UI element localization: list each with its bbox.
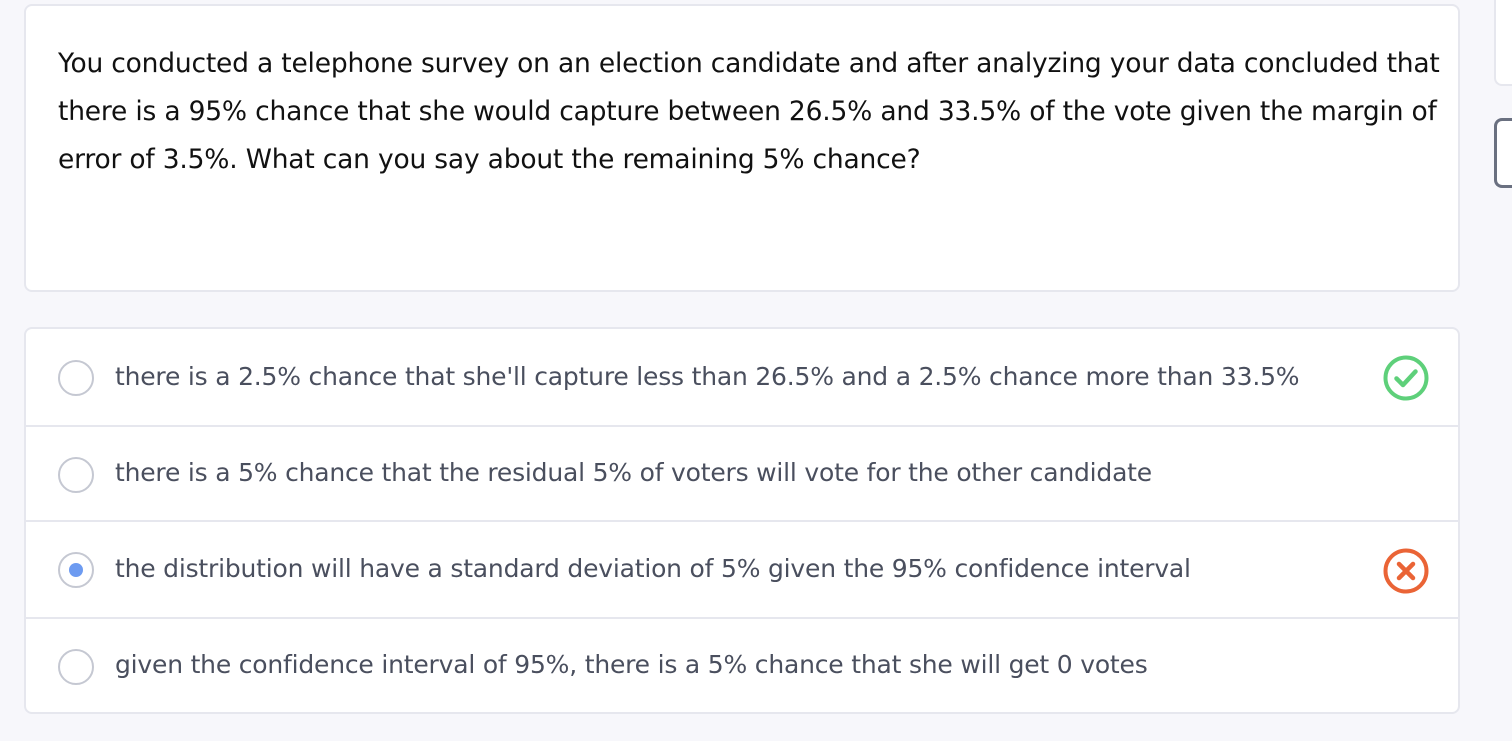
radio-button[interactable] xyxy=(58,649,94,685)
answer-option-label: the distribution will have a standard de… xyxy=(115,554,1191,583)
side-panel-button-edge[interactable] xyxy=(1494,118,1512,188)
radio-button[interactable] xyxy=(58,457,94,493)
answer-options: there is a 2.5% chance that she'll captu… xyxy=(24,327,1460,714)
answer-option-2[interactable]: there is a 5% chance that the residual 5… xyxy=(26,427,1458,522)
answer-option-label: given the confidence interval of 95%, th… xyxy=(115,650,1148,679)
radio-button[interactable] xyxy=(58,360,94,396)
question-text: You conducted a telephone survey on an e… xyxy=(58,48,1440,175)
x-circle-icon xyxy=(1383,548,1429,594)
question-card: You conducted a telephone survey on an e… xyxy=(24,4,1460,292)
check-circle-icon xyxy=(1383,355,1429,401)
answer-option-label: there is a 2.5% chance that she'll captu… xyxy=(115,362,1300,391)
answer-option-4[interactable]: given the confidence interval of 95%, th… xyxy=(26,619,1458,712)
answer-option-label: there is a 5% chance that the residual 5… xyxy=(115,458,1152,487)
radio-button-selected[interactable] xyxy=(58,552,94,588)
answer-option-1[interactable]: there is a 2.5% chance that she'll captu… xyxy=(26,329,1458,427)
answer-option-3[interactable]: the distribution will have a standard de… xyxy=(26,522,1458,619)
side-panel-edge xyxy=(1494,0,1512,86)
